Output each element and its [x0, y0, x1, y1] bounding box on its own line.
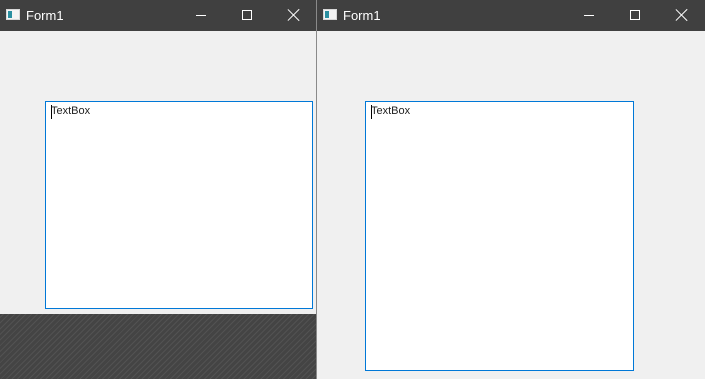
title-bar[interactable]: Form1 [0, 0, 317, 31]
textbox[interactable]: TextBox [45, 101, 313, 309]
maximize-icon [630, 10, 640, 20]
close-icon [288, 9, 300, 21]
maximize-icon [242, 10, 252, 20]
close-button[interactable] [271, 0, 317, 31]
textbox-value: TextBox [51, 105, 91, 117]
minimize-icon [196, 15, 206, 16]
textbox[interactable]: TextBox [365, 101, 634, 371]
minimize-button[interactable] [178, 0, 224, 31]
maximize-button[interactable] [224, 0, 270, 31]
title-bar[interactable]: Form1 [317, 0, 705, 31]
form-app-icon [323, 9, 337, 20]
minimize-button[interactable] [566, 0, 612, 31]
close-button[interactable] [659, 0, 705, 31]
form1-window-left: Form1 TextBox [0, 0, 317, 314]
maximize-button[interactable] [612, 0, 658, 31]
window-title: Form1 [343, 8, 381, 23]
close-icon [676, 9, 688, 21]
form-app-icon [6, 9, 20, 20]
textbox-value: TextBox [371, 105, 411, 117]
window-title: Form1 [26, 8, 64, 23]
form1-window-right: Form1 TextBox [316, 0, 705, 379]
minimize-icon [584, 15, 594, 16]
